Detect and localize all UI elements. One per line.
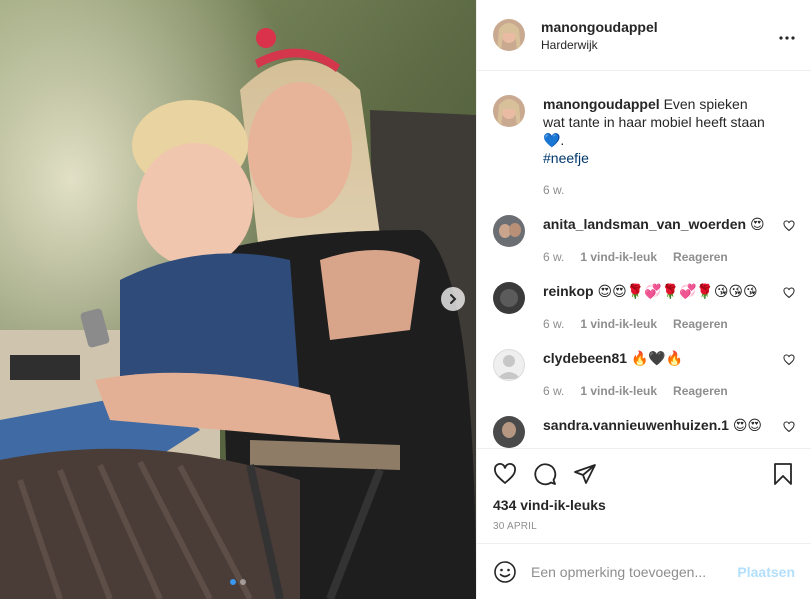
comment-text: 😍 <box>749 216 765 232</box>
carousel-next-button[interactable] <box>441 287 465 311</box>
heart-icon <box>783 287 795 299</box>
comment-item: sandra.vannieuwenhuizen.1 😍😍 <box>493 416 795 448</box>
caption-hashtag[interactable]: #neefje <box>543 150 589 166</box>
photo-image <box>0 0 476 599</box>
save-button[interactable] <box>771 462 795 486</box>
comment-item: anita_landsman_van_woerden 😍 6 w. 1 vind… <box>493 215 795 266</box>
comment-time[interactable]: 6 w. <box>543 382 564 400</box>
comment-like-button[interactable] <box>783 353 795 369</box>
more-options-icon <box>779 36 795 40</box>
carousel-dot-2 <box>240 579 246 585</box>
comment-like-count[interactable]: 1 vind-ik-leuk <box>580 382 657 400</box>
emoji-icon <box>494 560 516 583</box>
comment-item: reinkop 😍😍🌹💞🌹💞🌹😘😘😘 6 w. 1 vind-ik-leuk R… <box>493 282 795 333</box>
comment-text: 🔥🖤🔥 <box>630 350 684 366</box>
post-date[interactable]: 30 april <box>493 521 795 532</box>
carousel-indicators <box>0 579 476 585</box>
comment-like-count[interactable]: 1 vind-ik-leuk <box>580 248 657 266</box>
caption-username[interactable]: manongoudappel <box>543 96 660 112</box>
commenter-avatar[interactable] <box>493 215 525 247</box>
emoji-picker-button[interactable] <box>493 560 517 584</box>
heart-icon <box>783 354 795 366</box>
reply-button[interactable]: Reageren <box>673 248 728 266</box>
commenter-username[interactable]: sandra.vannieuwenhuizen.1 <box>543 417 729 433</box>
add-comment-bar: Plaatsen <box>477 543 811 599</box>
comment-item: clydebeen81 🔥🖤🔥 6 w. 1 vind-ik-leuk Reag… <box>493 349 795 400</box>
comment-input[interactable] <box>531 563 730 580</box>
comments-list[interactable]: manongoudappel Even spieken wat tante in… <box>477 71 811 448</box>
comment-button[interactable] <box>533 462 557 486</box>
commenter-username[interactable]: reinkop <box>543 283 594 299</box>
post-actions: 434 vind-ik-leuks 30 april <box>477 448 811 543</box>
comment-text: 😍😍🌹💞🌹💞🌹😘😘😘 <box>597 283 758 299</box>
post-comment-button[interactable]: Plaatsen <box>737 564 795 580</box>
chevron-right-icon <box>450 294 457 304</box>
post-photo[interactable] <box>0 0 476 599</box>
reply-button[interactable]: Reageren <box>673 382 728 400</box>
author-username[interactable]: manongoudappel <box>541 19 658 35</box>
commenter-avatar[interactable] <box>493 349 525 381</box>
commenter-username[interactable]: clydebeen81 <box>543 350 627 366</box>
like-button[interactable] <box>493 462 517 486</box>
heart-icon <box>494 463 516 484</box>
comment-like-count[interactable]: 1 vind-ik-leuk <box>580 315 657 333</box>
comment-like-button[interactable] <box>783 420 795 436</box>
commenter-username[interactable]: anita_landsman_van_woerden <box>543 216 746 232</box>
share-button[interactable] <box>573 462 597 486</box>
commenter-avatar[interactable] <box>493 282 525 314</box>
carousel-dot-1 <box>230 579 236 585</box>
comment-text: 😍😍 <box>732 417 763 433</box>
comment-icon <box>534 463 557 486</box>
post-details-panel: manongoudappel Harderwijk manongoudappel… <box>476 0 811 599</box>
comment-like-button[interactable] <box>783 219 795 235</box>
more-options-button[interactable] <box>779 27 795 43</box>
caption-time[interactable]: 6 w. <box>543 181 564 199</box>
post-modal: manongoudappel Harderwijk manongoudappel… <box>0 0 811 599</box>
heart-icon <box>783 220 795 232</box>
bookmark-icon <box>774 463 792 485</box>
post-location[interactable]: Harderwijk <box>541 38 658 52</box>
caption-avatar[interactable] <box>493 95 525 127</box>
reply-button[interactable]: Reageren <box>673 315 728 333</box>
post-header: manongoudappel Harderwijk <box>477 0 811 71</box>
post-caption: manongoudappel Even spieken wat tante in… <box>493 95 795 199</box>
author-avatar[interactable] <box>493 19 525 51</box>
like-count[interactable]: 434 vind-ik-leuks <box>493 497 795 513</box>
heart-icon <box>783 421 795 433</box>
share-icon <box>574 464 596 484</box>
commenter-avatar[interactable] <box>493 416 525 448</box>
comment-time[interactable]: 6 w. <box>543 248 564 266</box>
comment-time[interactable]: 6 w. <box>543 315 564 333</box>
comment-like-button[interactable] <box>783 286 795 302</box>
